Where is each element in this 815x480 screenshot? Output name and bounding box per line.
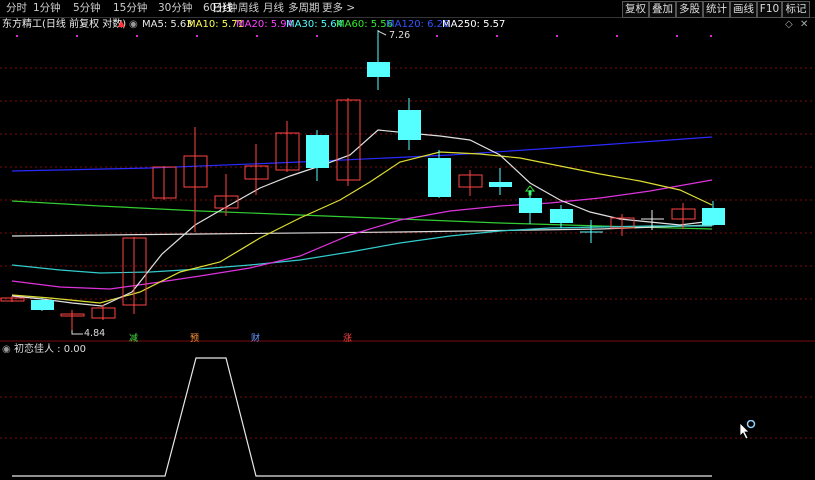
indicator-label: 初恋佳人 : 0.00 [14, 344, 86, 355]
ma60-line [11, 200, 713, 230]
indicator-header: ◉ 初恋佳人 : 0.00 [0, 343, 815, 357]
candles [0, 30, 725, 330]
indicator-settings-icon[interactable]: ◉ [2, 343, 11, 357]
ma120-line [11, 136, 713, 172]
low-price-label: 4.84 [84, 328, 106, 339]
high-pointer-line [377, 30, 387, 36]
high-price-label: 7.26 [389, 30, 411, 41]
top-markers [16, 35, 712, 37]
kline-chart [0, 30, 815, 477]
mouse-pointer-icon [739, 420, 759, 440]
ma10-line [11, 151, 713, 304]
low-pointer-line [71, 330, 83, 335]
indicator-line [12, 357, 712, 477]
